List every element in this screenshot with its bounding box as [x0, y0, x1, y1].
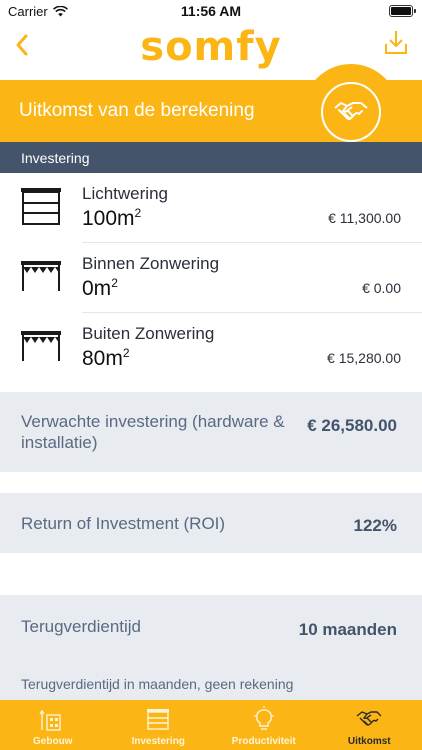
payback-value: 10 maanden	[298, 620, 397, 639]
investment-label: Verwachte investering (hardware & instal…	[21, 412, 285, 452]
payback-summary: Terugverdientijd 10 maanden Terugverdien…	[0, 595, 422, 700]
tab-productiviteit[interactable]: Productiviteit	[211, 700, 317, 750]
lightbulb-icon	[253, 706, 274, 730]
building-icon	[39, 709, 61, 731]
investment-summary: Verwachte investering (hardware & instal…	[0, 392, 422, 472]
roi-value: 122%	[353, 516, 397, 535]
product-name: Lichtwering	[82, 184, 168, 203]
handshake-icon	[356, 711, 382, 726]
tab-uitkomst[interactable]: Uitkomst	[317, 700, 422, 750]
roi-label: Return of Investment (ROI)	[21, 514, 226, 533]
handshake-icon	[334, 102, 368, 120]
investment-value: € 26,580.00	[307, 416, 397, 435]
status-time: 11:56 AM	[180, 3, 242, 19]
result-header: Uitkomst van de berekening	[0, 64, 422, 160]
product-row-buiten-zonwering[interactable]: Buiten Zonwering 80m2 € 15,280.00	[0, 313, 422, 383]
tab-label: Investering	[131, 736, 185, 747]
page-title: Uitkomst van de berekening	[19, 100, 255, 121]
payback-label: Terugverdientijd	[21, 617, 142, 636]
awning-icon	[21, 331, 61, 361]
download-icon[interactable]	[384, 28, 408, 56]
product-row-binnen-zonwering[interactable]: Binnen Zonwering 0m2 € 0.00	[0, 243, 422, 313]
product-name: Binnen Zonwering	[82, 254, 220, 273]
status-bar: Carrier 11:56 AM	[0, 0, 422, 22]
product-area: 0m2	[82, 276, 118, 300]
blinds-icon	[21, 188, 61, 225]
product-price: € 0.00	[362, 280, 401, 296]
battery-icon	[389, 5, 416, 17]
somfy-logo: somfy	[140, 24, 282, 70]
tab-investering[interactable]: Investering	[106, 700, 212, 750]
tab-label: Productiviteit	[231, 736, 296, 747]
product-name: Buiten Zonwering	[82, 324, 215, 343]
tab-gebouw[interactable]: Gebouw	[0, 700, 106, 750]
tab-label: Uitkomst	[347, 736, 391, 747]
section-header-investering: Investering	[0, 142, 422, 173]
product-price: € 15,280.00	[327, 350, 401, 366]
product-row-lichtwering[interactable]: Lichtwering 100m2 € 11,300.00	[0, 173, 422, 243]
tab-label: Gebouw	[33, 736, 73, 747]
tab-bar: Gebouw Investering Productiviteit Uitkom…	[0, 700, 422, 750]
awning-icon	[21, 261, 61, 291]
roi-summary: Return of Investment (ROI) 122%	[0, 493, 422, 553]
blinds-icon	[147, 709, 170, 730]
product-area: 80m2	[82, 346, 130, 370]
product-area: 100m2	[82, 206, 142, 230]
product-price: € 11,300.00	[328, 210, 401, 226]
payback-note: Terugverdientijd in maanden, geen rekeni…	[21, 676, 294, 692]
